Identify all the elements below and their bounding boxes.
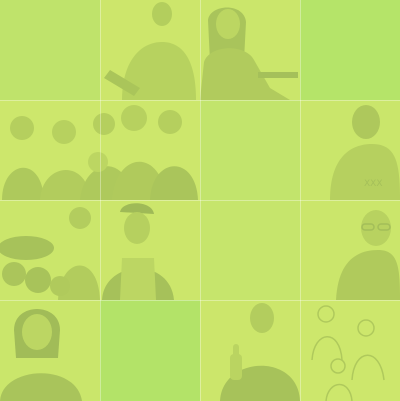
grid-line	[0, 100, 400, 101]
man-in-shirt-image: XXX	[330, 105, 400, 200]
man-thumbs-up-image	[220, 303, 300, 401]
tile-plain	[300, 0, 400, 100]
tile-woman-portrait	[0, 300, 100, 401]
svg-text:XXX: XXX	[364, 179, 383, 189]
tile-plain	[0, 0, 100, 100]
photo-mosaic: XXX	[0, 0, 400, 401]
tile-woman-at-desk	[200, 0, 300, 100]
woman-portrait-image	[0, 309, 82, 401]
family-sketch-image	[311, 305, 385, 401]
tile-man-in-shirt: XXX	[300, 100, 400, 200]
tile-family-sketch	[300, 300, 400, 401]
grid-line	[0, 200, 400, 201]
tile-man-thumbs-up	[200, 300, 300, 401]
grid-line	[0, 300, 400, 301]
tile-plain	[100, 300, 200, 401]
tile-vendor-with-produce	[0, 200, 100, 300]
tile-elderly-man-glasses	[300, 200, 400, 300]
tile-plain	[200, 200, 300, 300]
vendor-with-produce-image	[0, 207, 100, 300]
young-man-portrait-image	[104, 2, 196, 100]
elderly-man-glasses-image	[336, 210, 400, 300]
tile-man-with-cap-apron	[100, 200, 200, 300]
tile-young-man-portrait	[100, 0, 200, 100]
man-with-cap-apron-image	[102, 203, 174, 300]
tile-plain	[200, 100, 300, 200]
woman-at-desk-image	[200, 7, 298, 100]
